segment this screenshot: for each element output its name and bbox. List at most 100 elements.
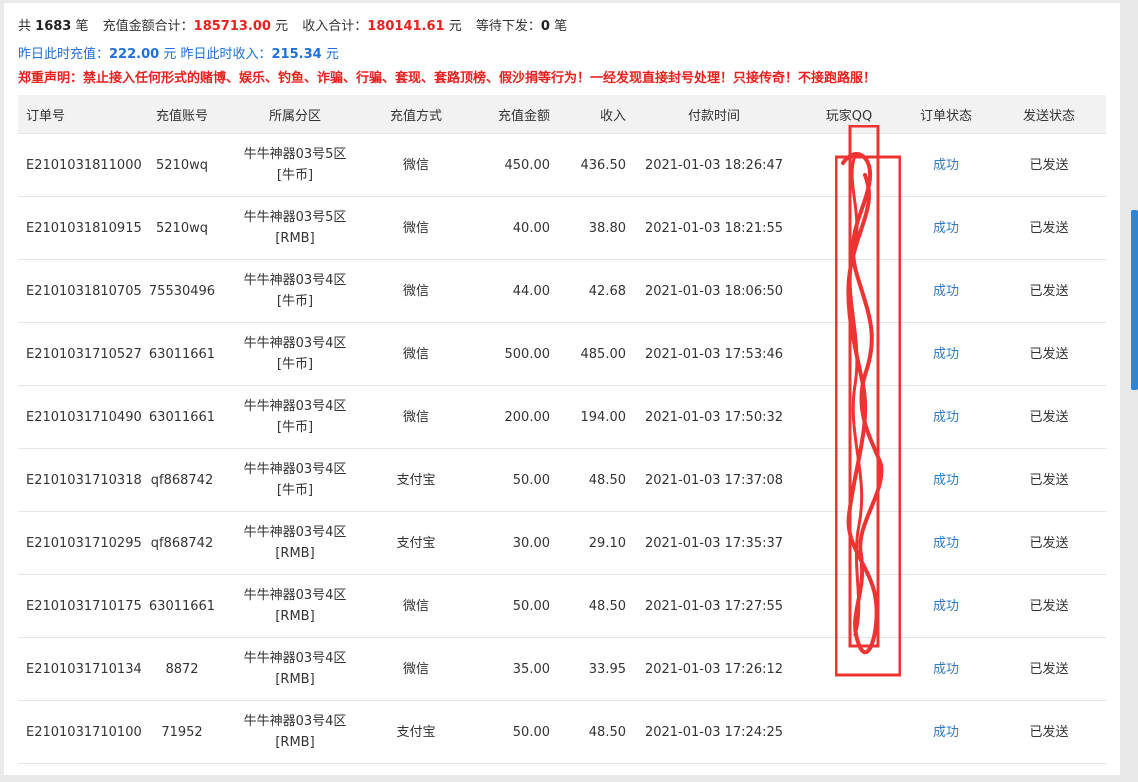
- cell-account: 8872: [142, 637, 222, 701]
- cell-income-text: 29.10: [588, 535, 626, 551]
- yesterday-income-label: 昨日此时收入：: [180, 47, 272, 62]
- cell-pay-time-text: 2021-01-03 17:27:55: [644, 598, 784, 614]
- cell-send-status-text: 已发送: [1029, 661, 1069, 677]
- cell-order-status-text[interactable]: 成功: [933, 725, 959, 740]
- cell-income-text: 48.50: [588, 598, 626, 614]
- cell-order-status: 成功: [900, 511, 992, 575]
- cell-pay-time: 2021-01-03 17:27:55: [630, 574, 798, 638]
- cell-income: 48.50: [554, 574, 630, 638]
- cell-pay-time: 2021-01-03 17:24:25: [630, 700, 798, 764]
- cell-zone-text: 牛牛神器03号4区[牛币]: [243, 399, 347, 435]
- cell-payment-method: 微信: [368, 574, 464, 638]
- cell-send-status: 已发送: [992, 448, 1106, 512]
- cell-order-number: E2101031710175: [18, 574, 142, 638]
- cell-order-status-text[interactable]: 成功: [933, 536, 959, 551]
- cell-order-number: E2101031811000: [18, 133, 142, 197]
- cell-send-status: 已发送: [992, 385, 1106, 449]
- cell-order-number: E2101031710490: [18, 385, 142, 449]
- income-total-label: 收入合计：: [302, 19, 368, 34]
- cell-order-status-text[interactable]: 成功: [933, 599, 959, 614]
- cell-amount-text: 35.00: [512, 661, 550, 677]
- cell-payment-method: 微信: [368, 385, 464, 449]
- cell-zone: 牛牛神器03号4区[牛币]: [222, 448, 368, 512]
- table-row: E2101031710175 63011661 牛牛神器03号4区[RMB] 微信 50…: [18, 574, 1106, 638]
- cell-order-number-text: E2101031710318: [26, 472, 142, 488]
- cell-income-text: 485.00: [580, 346, 627, 362]
- cell-order-number-text: E2101031710100: [26, 724, 142, 740]
- cell-order-status-text[interactable]: 成功: [933, 158, 959, 173]
- cell-income-text: 48.50: [588, 472, 626, 488]
- total-prefix: 共: [18, 19, 32, 34]
- scrollbar-thumb[interactable]: [1131, 210, 1138, 390]
- cell-zone: 牛牛神器03号4区[RMB]: [222, 574, 368, 638]
- cell-pay-time: 2021-01-03 18:26:47: [630, 133, 798, 197]
- cell-amount-text: 50.00: [512, 472, 550, 488]
- cell-send-status: 已发送: [992, 259, 1106, 323]
- cell-payment-method-text: 微信: [402, 220, 429, 236]
- cell-order-status-text[interactable]: 成功: [933, 347, 959, 362]
- cell-zone-text: 牛牛神器03号4区[RMB]: [243, 714, 347, 750]
- cell-income: 48.50: [554, 700, 630, 764]
- cell-pay-time: 2021-01-03 17:53:46: [630, 322, 798, 386]
- cell-account-text: 63011661: [148, 409, 216, 425]
- cell-player-qq: [798, 574, 900, 638]
- cell-player-qq: [798, 133, 900, 197]
- cell-income: 48.50: [554, 448, 630, 512]
- cell-zone: 牛牛神器03号5区[牛币]: [222, 133, 368, 197]
- cell-order-number-text: E2101031710134: [26, 661, 142, 677]
- header-send-status: 发送状态: [992, 95, 1106, 134]
- cell-payment-method-text: 微信: [402, 157, 429, 173]
- cell-income: 38.80: [554, 196, 630, 260]
- cell-payment-method-text: 支付宝: [396, 472, 436, 488]
- cell-order-status-text[interactable]: 成功: [933, 284, 959, 299]
- cell-send-status: 已发送: [992, 700, 1106, 764]
- cell-amount-text: 30.00: [512, 535, 550, 551]
- cell-send-status-text: 已发送: [1029, 220, 1069, 236]
- cell-order-status-text[interactable]: 成功: [933, 662, 959, 677]
- cell-income-text: 194.00: [580, 409, 627, 425]
- cell-amount: 50.00: [464, 448, 554, 512]
- recharge-total-value: 185713.00: [193, 19, 271, 34]
- cell-amount-text: 500.00: [504, 346, 551, 362]
- header-order: 订单号: [18, 95, 142, 134]
- cell-account-text: qf868742: [150, 535, 214, 551]
- cell-zone: 牛牛神器03号4区[RMB]: [222, 700, 368, 764]
- cell-pay-time: 2021-01-03 18:21:55: [630, 196, 798, 260]
- cell-order-status: 成功: [900, 385, 992, 449]
- cell-pay-time-text: 2021-01-03 18:06:50: [644, 283, 784, 299]
- cell-zone: 牛牛神器03号4区[牛币]: [222, 259, 368, 323]
- cell-payment-method: 微信: [368, 637, 464, 701]
- pending-unit: 笔: [554, 19, 568, 34]
- income-total-unit: 元: [448, 19, 462, 34]
- table-row: E2101031710295 qf868742 牛牛神器03号4区[RMB] 支付宝 3…: [18, 511, 1106, 575]
- cell-send-status-text: 已发送: [1029, 472, 1069, 488]
- header-income: 收入: [554, 95, 630, 134]
- cell-zone: 牛牛神器03号4区[牛币]: [222, 322, 368, 386]
- cell-order-status-text[interactable]: 成功: [933, 221, 959, 236]
- cell-income: 42.68: [554, 259, 630, 323]
- total-unit: 笔: [75, 19, 89, 34]
- cell-account: 63011661: [142, 322, 222, 386]
- cell-order-number-text: E2101031810705: [26, 283, 142, 299]
- cell-payment-method: 微信: [368, 322, 464, 386]
- cell-pay-time-text: 2021-01-03 18:21:55: [644, 220, 784, 236]
- cell-income-text: 436.50: [580, 157, 627, 173]
- cell-payment-method: 支付宝: [368, 700, 464, 764]
- pending-label: 等待下发：: [475, 19, 541, 34]
- cell-order-status: 成功: [900, 700, 992, 764]
- cell-order-number: E2101031810705: [18, 259, 142, 323]
- cell-payment-method-text: 微信: [402, 661, 429, 677]
- cell-amount-text: 50.00: [512, 724, 550, 740]
- cell-order-status-text[interactable]: 成功: [933, 473, 959, 488]
- cell-order-status-text[interactable]: 成功: [933, 410, 959, 425]
- cell-order-status: 成功: [900, 133, 992, 197]
- cell-order-number-text: E2101031811000: [26, 157, 142, 173]
- table-row: E2101031710318 qf868742 牛牛神器03号4区[牛币] 支付宝 50…: [18, 448, 1106, 512]
- cell-zone: 牛牛神器03号5区[RMB]: [222, 196, 368, 260]
- header-amount: 充值金额: [464, 95, 554, 134]
- cell-player-qq: [798, 637, 900, 701]
- header-account: 充值账号: [142, 95, 222, 134]
- cell-order-status: 成功: [900, 196, 992, 260]
- cell-account-text: 71952: [161, 724, 203, 740]
- cell-payment-method-text: 微信: [402, 409, 429, 425]
